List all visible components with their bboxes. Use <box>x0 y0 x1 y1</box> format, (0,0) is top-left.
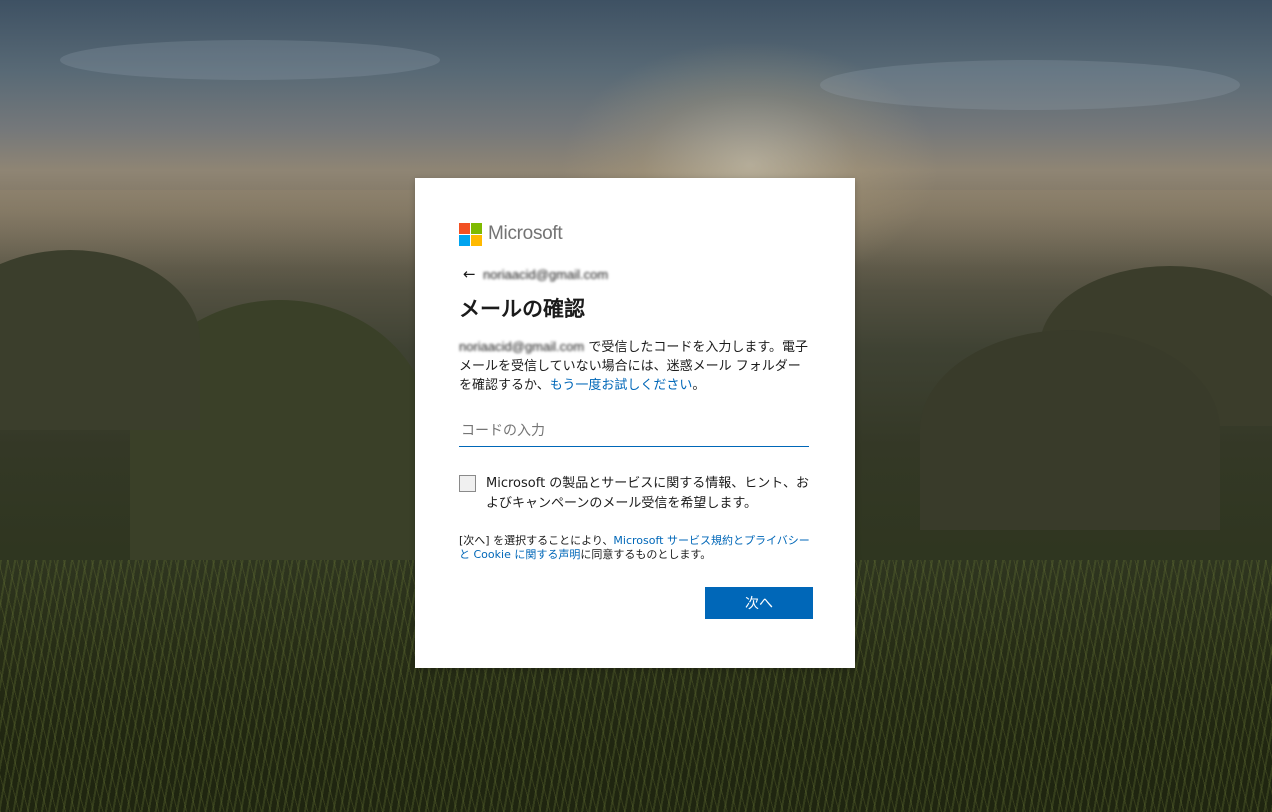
retry-link[interactable]: もう一度お試しください <box>550 378 693 393</box>
arrow-left-icon[interactable]: ← <box>459 267 483 282</box>
description: noriaacid@gmail.com で受信したコードを入力します。電子メール… <box>459 337 811 395</box>
marketing-checkbox[interactable] <box>459 475 476 492</box>
logo-square-red <box>459 222 470 234</box>
identity-email: noriaacid@gmail.com <box>483 266 609 282</box>
code-input[interactable] <box>459 415 809 447</box>
logo-square-yellow <box>471 234 482 246</box>
terms-end: に同意するものとします。 <box>580 548 712 561</box>
logo-text: Microsoft <box>488 223 563 244</box>
cloud <box>820 60 1240 110</box>
description-email: noriaacid@gmail.com <box>459 339 585 354</box>
terms-and: と <box>732 534 744 547</box>
cloud <box>60 40 440 80</box>
description-end: 。 <box>692 378 706 393</box>
terms-text: [次へ] を選択することにより、Microsoft サービス規約とプライバシーと… <box>459 534 811 562</box>
next-button[interactable]: 次へ <box>705 587 813 619</box>
sign-in-dialog: Microsoft ← noriaacid@gmail.com メールの確認 n… <box>415 178 855 668</box>
services-agreement-link[interactable]: Microsoft サービス規約 <box>613 534 733 547</box>
mountain <box>920 330 1220 530</box>
button-row: 次へ <box>459 587 813 619</box>
terms-intro: [次へ] を選択することにより、 <box>459 534 614 547</box>
identity-banner[interactable]: ← noriaacid@gmail.com <box>459 266 811 282</box>
microsoft-logo-icon <box>459 222 482 246</box>
logo-square-green <box>471 222 482 234</box>
page-title: メールの確認 <box>459 297 585 321</box>
marketing-checkbox-label[interactable]: Microsoft の製品とサービスに関する情報、ヒント、およびキャンペーンのメ… <box>486 474 811 514</box>
microsoft-logo: Microsoft <box>459 222 811 246</box>
logo-square-blue <box>459 234 470 246</box>
marketing-opt-in[interactable]: Microsoft の製品とサービスに関する情報、ヒント、およびキャンペーンのメ… <box>459 474 811 514</box>
